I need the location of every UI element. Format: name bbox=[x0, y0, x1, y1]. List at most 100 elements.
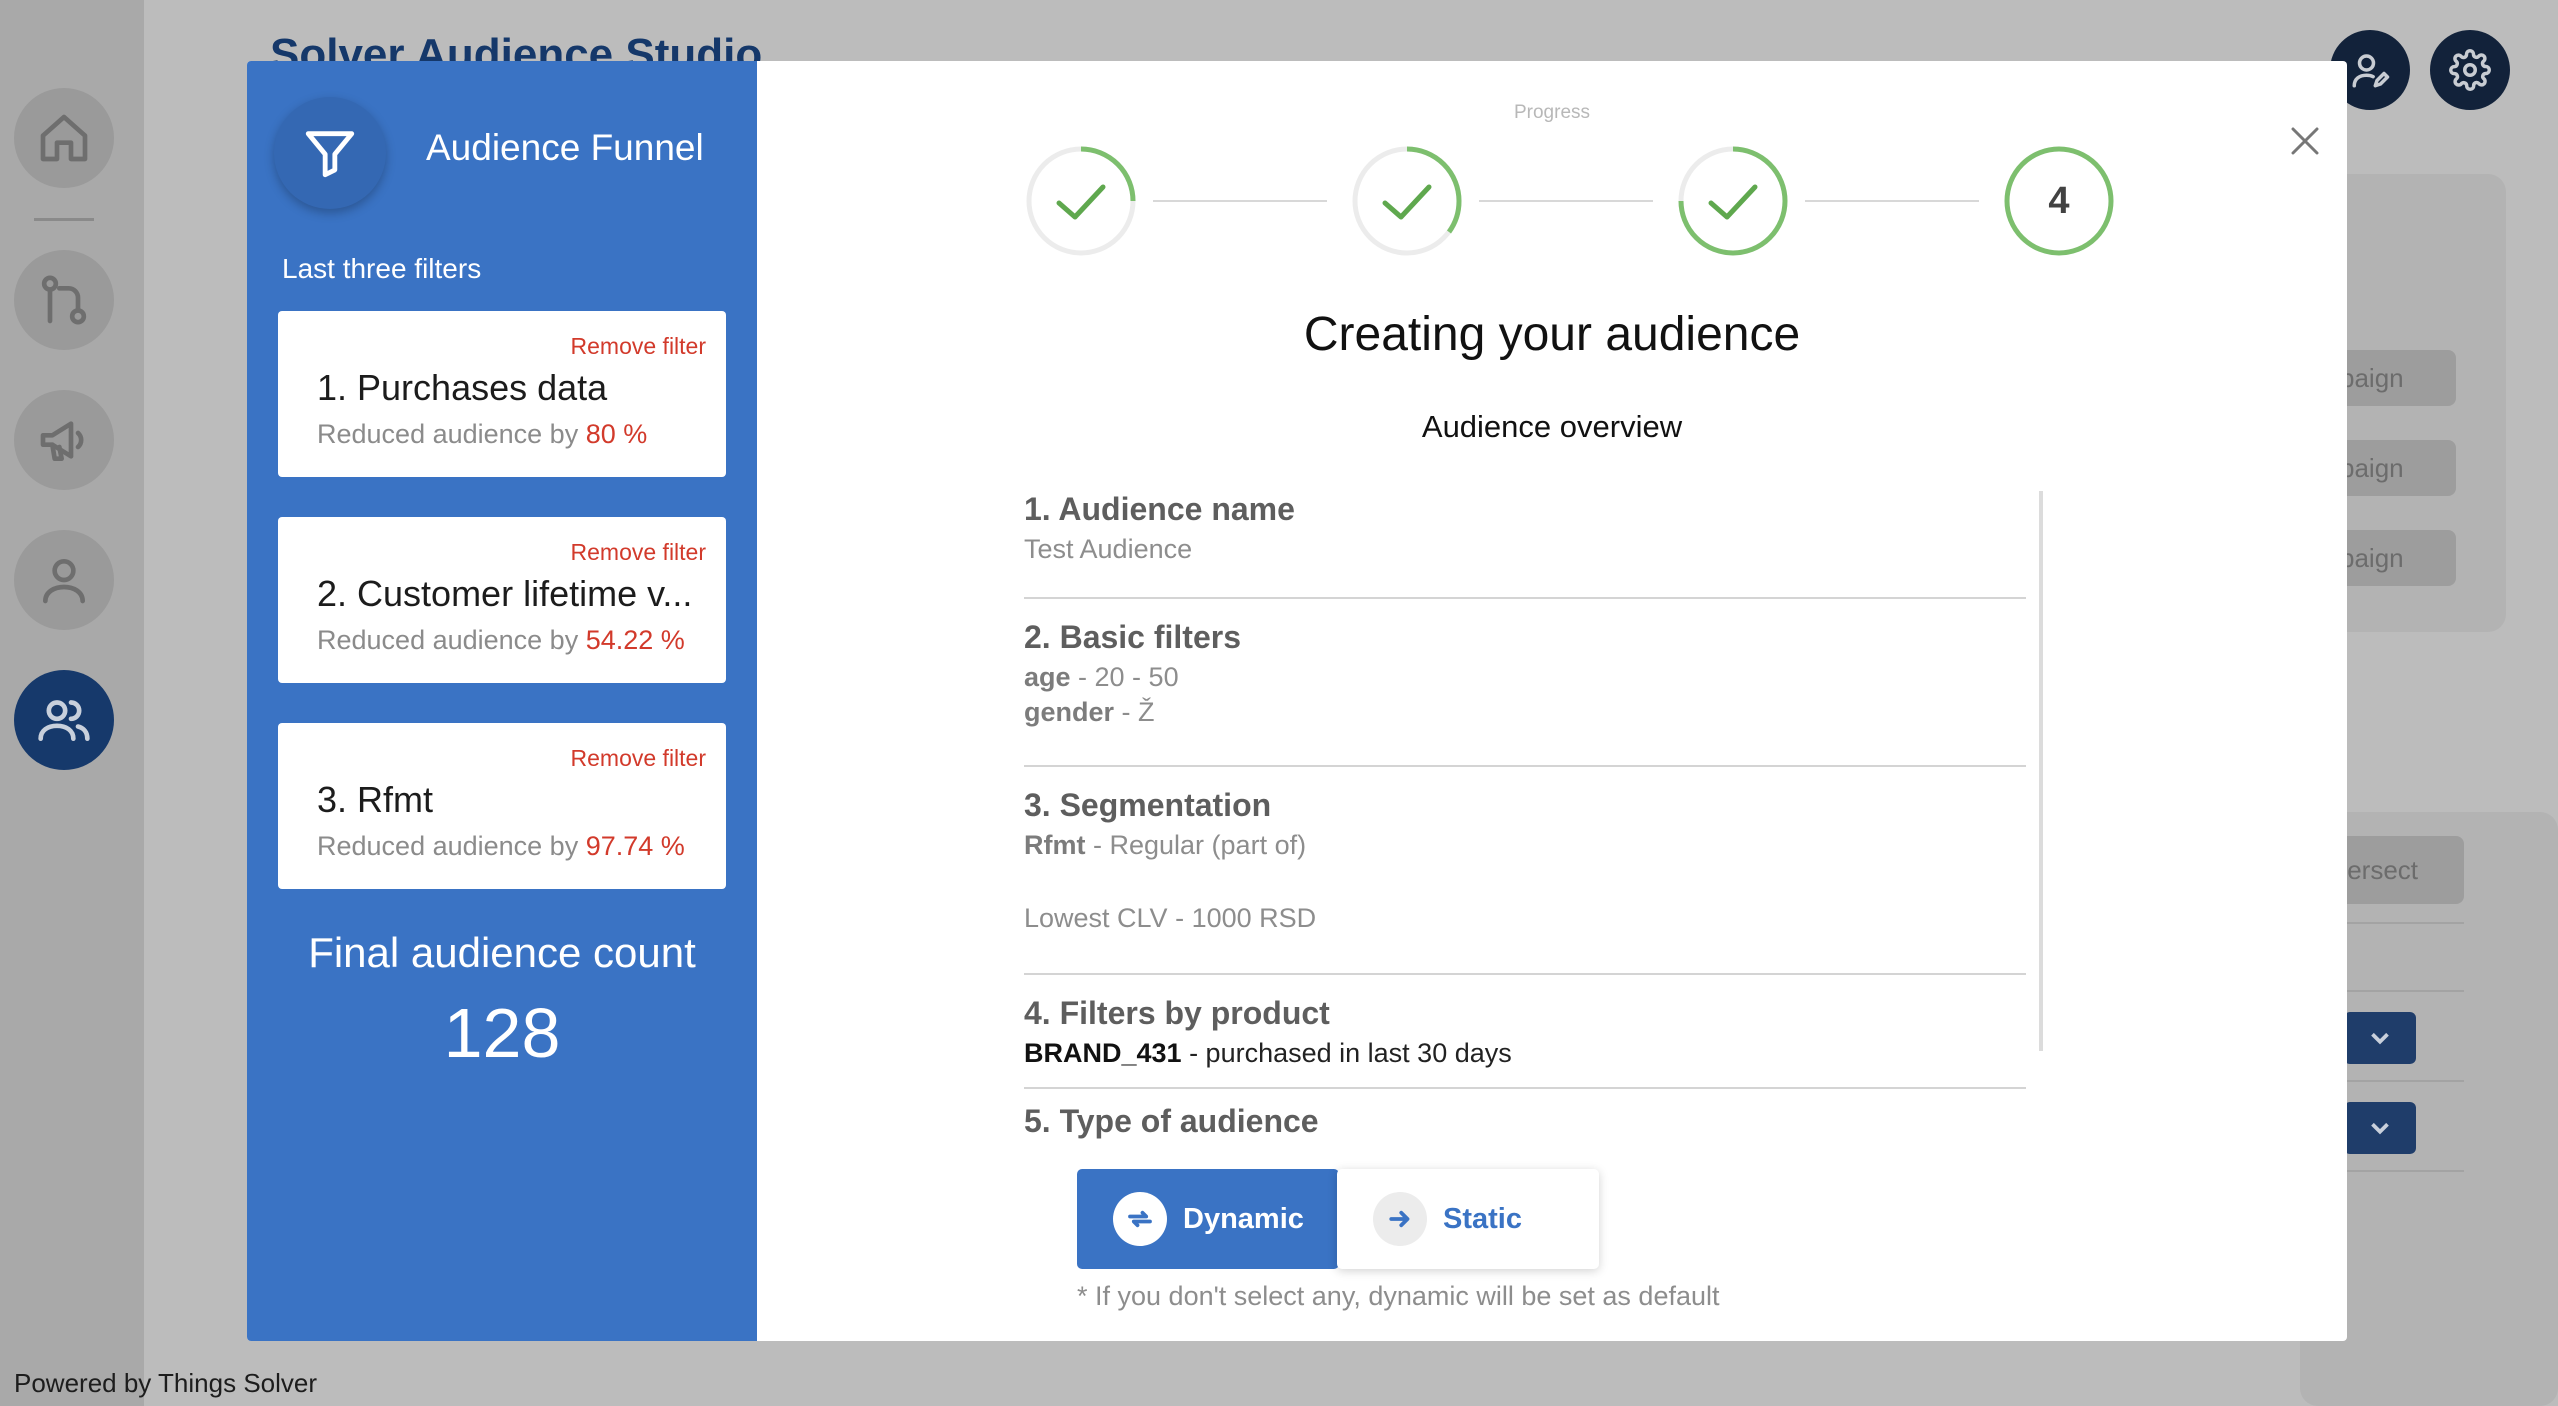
flow-icon bbox=[41, 275, 87, 325]
brand-filter: BRAND_431 - purchased in last 30 days bbox=[1024, 1038, 2026, 1069]
nav-home-button[interactable] bbox=[14, 88, 114, 188]
close-button[interactable] bbox=[2285, 121, 2325, 161]
section-title: 1. Audience name bbox=[1024, 491, 1295, 527]
section-divider bbox=[1024, 765, 2026, 767]
age-filter: age - 20 - 50 bbox=[1024, 662, 2026, 693]
bg-dropdown-button-1[interactable] bbox=[2344, 1012, 2416, 1064]
final-audience-label: Final audience count bbox=[308, 929, 696, 976]
filter-name: 3. Rfmt bbox=[317, 779, 434, 820]
bg-divider bbox=[2330, 1080, 2464, 1082]
filter-value: - 20 - 50 bbox=[1070, 662, 1179, 692]
reduction-percent: 97.74 % bbox=[585, 831, 685, 861]
nav-audiences-button[interactable] bbox=[14, 670, 114, 770]
reduction-percent: 80 % bbox=[585, 419, 648, 449]
section-title: 3. Segmentation bbox=[1024, 787, 1272, 823]
reduction-label: Reduced audience by bbox=[317, 625, 579, 655]
rfmt-filter: Rfmt - Regular (part of) bbox=[1024, 830, 2026, 861]
progress-step-1 bbox=[1025, 145, 1137, 257]
nav-divider bbox=[34, 218, 94, 221]
progress-label: Progress bbox=[1513, 102, 1591, 123]
filter-value: - Regular (part of) bbox=[1085, 830, 1307, 860]
megaphone-icon bbox=[40, 421, 84, 461]
check-icon bbox=[1056, 184, 1106, 220]
step-number: 4 bbox=[2048, 179, 2070, 222]
overview-scrollbar[interactable] bbox=[2039, 491, 2043, 1051]
overview-title: Audience overview bbox=[1421, 409, 1683, 444]
filter-key: age bbox=[1024, 662, 1071, 692]
arrow-right-icon bbox=[1373, 1192, 1427, 1246]
bg-campaign-button-1[interactable]: paign bbox=[2330, 350, 2456, 406]
reduction-label: Reduced audience by bbox=[317, 831, 579, 861]
progress-connector bbox=[1153, 200, 1327, 202]
remove-filter-link[interactable]: Remove filter bbox=[571, 333, 706, 360]
bg-intersect-button[interactable]: tersect bbox=[2330, 836, 2464, 904]
filter-card: Remove filter 1. Purchases data Reduced … bbox=[278, 311, 726, 477]
progress-step-3 bbox=[1677, 145, 1789, 257]
gear-icon bbox=[2449, 49, 2491, 91]
filter-reduction: Reduced audience by 97.74 % bbox=[317, 831, 685, 862]
section-divider bbox=[1024, 973, 2026, 975]
home-icon bbox=[40, 114, 88, 162]
modal-content: Progress 4 Creating your audience Audien… bbox=[757, 61, 2347, 1341]
close-icon bbox=[2291, 127, 2319, 155]
final-audience-count: 128 bbox=[443, 994, 561, 1072]
funnel-subtitle: Last three filters bbox=[282, 253, 482, 284]
user-icon bbox=[43, 559, 85, 604]
dynamic-label: Dynamic bbox=[1183, 1202, 1304, 1235]
section-title: 5. Type of audience bbox=[1024, 1103, 1319, 1139]
progress-step-2 bbox=[1351, 145, 1463, 257]
section-title: 4. Filters by product bbox=[1024, 995, 1330, 1031]
chevron-down-icon bbox=[2371, 1032, 2389, 1045]
dynamic-type-button[interactable]: Dynamic bbox=[1077, 1169, 1339, 1269]
filter-reduction: Reduced audience by 80 % bbox=[317, 419, 647, 450]
refresh-icon bbox=[1113, 1192, 1167, 1246]
filter-value: - purchased in last 30 days bbox=[1181, 1038, 1512, 1068]
static-label: Static bbox=[1443, 1202, 1522, 1235]
user-edit-icon bbox=[2352, 54, 2390, 88]
bg-divider bbox=[2330, 990, 2464, 992]
check-icon bbox=[1382, 184, 1432, 220]
nav-campaigns-button[interactable] bbox=[14, 390, 114, 490]
bg-campaign-button-3[interactable]: paign bbox=[2330, 530, 2456, 586]
filter-key: Rfmt bbox=[1024, 830, 1086, 860]
progress-connector bbox=[1479, 200, 1653, 202]
filter-name: 1. Purchases data bbox=[317, 367, 608, 408]
filter-card: Remove filter 2. Customer lifetime v... … bbox=[278, 517, 726, 683]
type-hint: * If you don't select any, dynamic will … bbox=[1077, 1281, 1720, 1311]
filter-reduction: Reduced audience by 54.22 % bbox=[317, 625, 685, 656]
nav-flow-button[interactable] bbox=[14, 250, 114, 350]
clv-filter: Lowest CLV - 1000 RSD bbox=[1024, 903, 1317, 933]
check-icon bbox=[1708, 184, 1758, 220]
bg-campaign-button-2[interactable]: paign bbox=[2330, 440, 2456, 496]
nav-user-button[interactable] bbox=[14, 530, 114, 630]
reduction-percent: 54.22 % bbox=[585, 625, 685, 655]
static-type-button[interactable]: Static bbox=[1337, 1169, 1599, 1269]
funnel-icon bbox=[274, 97, 386, 209]
gender-filter: gender - Ž bbox=[1024, 697, 2026, 728]
section-divider bbox=[1024, 1087, 2026, 1089]
section-divider bbox=[1024, 597, 2026, 599]
powered-by-footer: Powered by Things Solver bbox=[14, 1368, 318, 1398]
section-title: 2. Basic filters bbox=[1024, 619, 1241, 655]
bg-divider bbox=[2330, 922, 2464, 924]
page-title: Creating your audience bbox=[1303, 308, 1801, 361]
section-audience-name: 1. Audience name Test Audience bbox=[1024, 491, 2026, 565]
filter-value: - Ž bbox=[1114, 697, 1155, 727]
filter-card: Remove filter 3. Rfmt Reduced audience b… bbox=[278, 723, 726, 889]
chevron-down-icon bbox=[2371, 1122, 2389, 1135]
filter-key: gender bbox=[1024, 697, 1115, 727]
settings-button[interactable] bbox=[2430, 30, 2510, 110]
remove-filter-link[interactable]: Remove filter bbox=[571, 539, 706, 566]
section-product-filters: 4. Filters by product BRAND_431 - purcha… bbox=[1024, 995, 2026, 1069]
filter-key: BRAND_431 bbox=[1024, 1038, 1182, 1068]
bg-dropdown-button-2[interactable] bbox=[2344, 1102, 2416, 1154]
audience-name-value: Test Audience bbox=[1024, 534, 1193, 564]
progress-step-4: 4 bbox=[2003, 145, 2115, 257]
remove-filter-link[interactable]: Remove filter bbox=[571, 745, 706, 772]
section-segmentation: 3. Segmentation Rfmt - Regular (part of)… bbox=[1024, 787, 2026, 934]
users-icon bbox=[38, 700, 90, 741]
reduction-label: Reduced audience by bbox=[317, 419, 579, 449]
section-audience-type: 5. Type of audience bbox=[1024, 1103, 2026, 1140]
filter-name: 2. Customer lifetime v... bbox=[317, 573, 693, 614]
funnel-title: Audience Funnel bbox=[426, 127, 704, 168]
